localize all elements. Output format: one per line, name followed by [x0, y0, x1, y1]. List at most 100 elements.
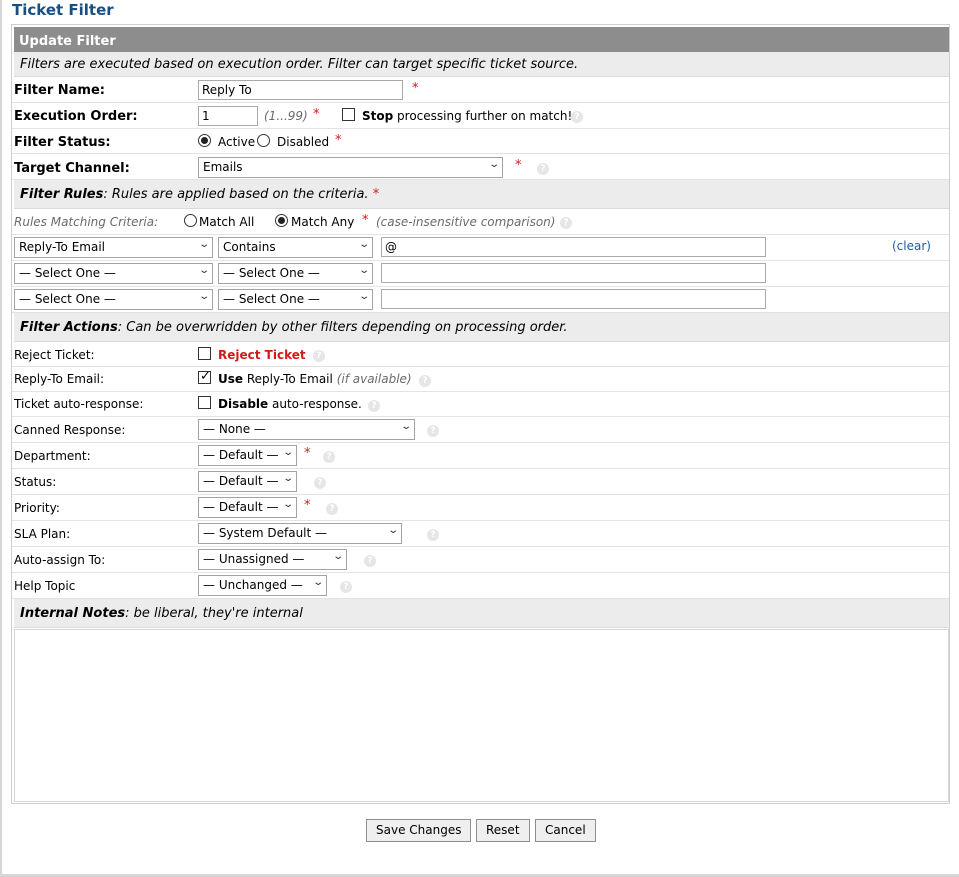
sla-plan-label: SLA Plan:	[14, 527, 71, 541]
help-icon: ?	[427, 425, 439, 437]
help-icon: ?	[326, 503, 338, 515]
page-title: Ticket Filter	[12, 1, 114, 19]
rule-field-select[interactable]: — Select One — ⌄	[14, 263, 213, 284]
chevron-down-icon: ⌄	[357, 291, 370, 302]
rule-value-input[interactable]	[381, 263, 766, 283]
chevron-down-icon: ⌄	[357, 239, 370, 250]
chevron-down-icon: ⌄	[281, 447, 294, 458]
help-icon: ?	[419, 375, 431, 387]
reject-checkbox[interactable]	[198, 347, 211, 360]
auto-response-checkbox[interactable]	[198, 396, 211, 409]
save-changes-button[interactable]: Save Changes	[366, 819, 472, 842]
auto-response-row: Ticket auto-response: Disable auto-respo…	[12, 392, 949, 417]
rule-field-select[interactable]: Reply-To Email ⌄	[14, 237, 213, 258]
status-active-label: Active	[218, 135, 256, 149]
match-all-label: Match All	[199, 215, 255, 229]
execution-order-input[interactable]	[198, 106, 258, 126]
filter-name-row: Filter Name: *	[12, 77, 949, 103]
auto-response-text: Disable auto-response.	[218, 397, 362, 411]
required-mark: *	[335, 133, 342, 148]
department-row: Department: — Default — ⌄ * ?	[12, 443, 949, 469]
help-icon: ?	[560, 217, 572, 229]
chevron-down-icon: ⌄	[197, 265, 210, 276]
clear-rule-link[interactable]: (clear)	[892, 239, 931, 253]
chevron-down-icon: ⌄	[331, 551, 344, 562]
required-mark: *	[304, 498, 311, 513]
required-mark: *	[515, 158, 522, 173]
chevron-down-icon: ⌄	[281, 499, 294, 510]
status-select[interactable]: — Default — ⌄	[198, 471, 297, 492]
target-channel-row: Target Channel: Emails ⌄ * ?	[12, 154, 949, 180]
match-any-radio[interactable]	[275, 214, 288, 227]
reject-row: Reject Ticket: Reject Ticket ?	[12, 342, 949, 367]
target-channel-select[interactable]: Emails ⌄	[198, 157, 503, 178]
rules-header: Filter Rules: Rules are applied based on…	[14, 180, 949, 209]
filter-status-label: Filter Status:	[14, 135, 111, 150]
department-label: Department:	[14, 449, 91, 463]
stop-processing-checkbox[interactable]	[342, 108, 355, 121]
required-mark: *	[304, 446, 311, 461]
chevron-down-icon: ⌄	[357, 265, 370, 276]
rule-value-input[interactable]	[381, 289, 766, 309]
help-topic-select[interactable]: — Unchanged — ⌄	[198, 575, 327, 596]
required-mark: *	[412, 81, 419, 96]
cancel-button[interactable]: Cancel	[535, 819, 596, 842]
rule-operator-select[interactable]: — Select One — ⌄	[218, 263, 373, 284]
match-any-label: Match Any	[291, 215, 355, 229]
internal-notes-textarea[interactable]	[14, 629, 949, 802]
stop-processing-text: Stop processing further on match!	[362, 109, 573, 123]
execution-order-label: Execution Order:	[14, 109, 138, 124]
priority-select[interactable]: — Default — ⌄	[198, 497, 297, 518]
status-disabled-label: Disabled	[277, 135, 330, 149]
status-active-radio[interactable]	[198, 134, 211, 147]
help-icon: ?	[314, 477, 326, 489]
help-topic-row: Help Topic — Unchanged — ⌄ ?	[12, 573, 949, 599]
canned-response-row: Canned Response: — None — ⌄ ?	[12, 417, 949, 443]
rule-field-select[interactable]: — Select One — ⌄	[14, 289, 213, 310]
status-row: Status: — Default — ⌄ ?	[12, 469, 949, 495]
auto-assign-select[interactable]: — Unassigned — ⌄	[198, 549, 347, 570]
execution-order-range: (1...99)	[264, 109, 308, 123]
canned-response-select[interactable]: — None — ⌄	[198, 419, 415, 440]
help-icon: ?	[340, 581, 352, 593]
filter-form: Update Filter Filters are executed based…	[11, 24, 950, 804]
required-mark: *	[362, 213, 369, 228]
help-topic-label: Help Topic	[14, 579, 76, 593]
rule-value-input[interactable]	[381, 237, 766, 257]
rule-operator-select[interactable]: — Select One — ⌄	[218, 289, 373, 310]
match-all-radio[interactable]	[184, 214, 197, 227]
auto-assign-row: Auto-assign To: — Unassigned — ⌄ ?	[12, 547, 949, 573]
chevron-down-icon: ⌄	[197, 239, 210, 250]
reset-button[interactable]: Reset	[476, 819, 530, 842]
rule-row: — Select One — ⌄ — Select One — ⌄	[12, 287, 949, 313]
notes-header: Internal Notes: be liberal, they're inte…	[14, 599, 949, 628]
sla-plan-select[interactable]: — System Default — ⌄	[198, 523, 402, 544]
chevron-down-icon: ⌄	[399, 421, 412, 432]
reject-label: Reject Ticket:	[14, 348, 95, 362]
sla-plan-row: SLA Plan: — System Default — ⌄ ?	[12, 521, 949, 547]
help-icon: ?	[571, 111, 583, 123]
criteria-note: (case-insensitive comparison)	[376, 215, 556, 229]
help-icon: ?	[313, 350, 325, 362]
filter-status-row: Filter Status: Active Disabled *	[12, 129, 949, 154]
reply-to-checkbox[interactable]: ✓	[198, 369, 211, 384]
execution-order-row: Execution Order: (1...99) * Stop process…	[12, 103, 949, 129]
section-header: Update Filter	[14, 27, 949, 52]
section-note: Filters are executed based on execution …	[14, 52, 949, 77]
help-icon: ?	[427, 529, 439, 541]
reply-to-text: Use Reply-To Email (if available)	[218, 372, 412, 386]
status-disabled-radio[interactable]	[257, 134, 270, 147]
required-mark: *	[313, 107, 320, 122]
auto-assign-label: Auto-assign To:	[14, 553, 106, 567]
reply-to-label: Reply-To Email:	[14, 372, 105, 386]
target-channel-label: Target Channel:	[14, 161, 130, 176]
criteria-label: Rules Matching Criteria:	[14, 215, 159, 229]
priority-row: Priority: — Default — ⌄ * ?	[12, 495, 949, 521]
filter-name-input[interactable]	[198, 80, 403, 100]
department-select[interactable]: — Default — ⌄	[198, 445, 297, 466]
reject-text: Reject Ticket	[218, 348, 306, 362]
help-icon: ?	[323, 451, 335, 463]
rule-row: — Select One — ⌄ — Select One — ⌄	[12, 261, 949, 287]
rule-operator-select[interactable]: Contains ⌄	[218, 237, 373, 258]
status-label: Status:	[14, 475, 57, 489]
